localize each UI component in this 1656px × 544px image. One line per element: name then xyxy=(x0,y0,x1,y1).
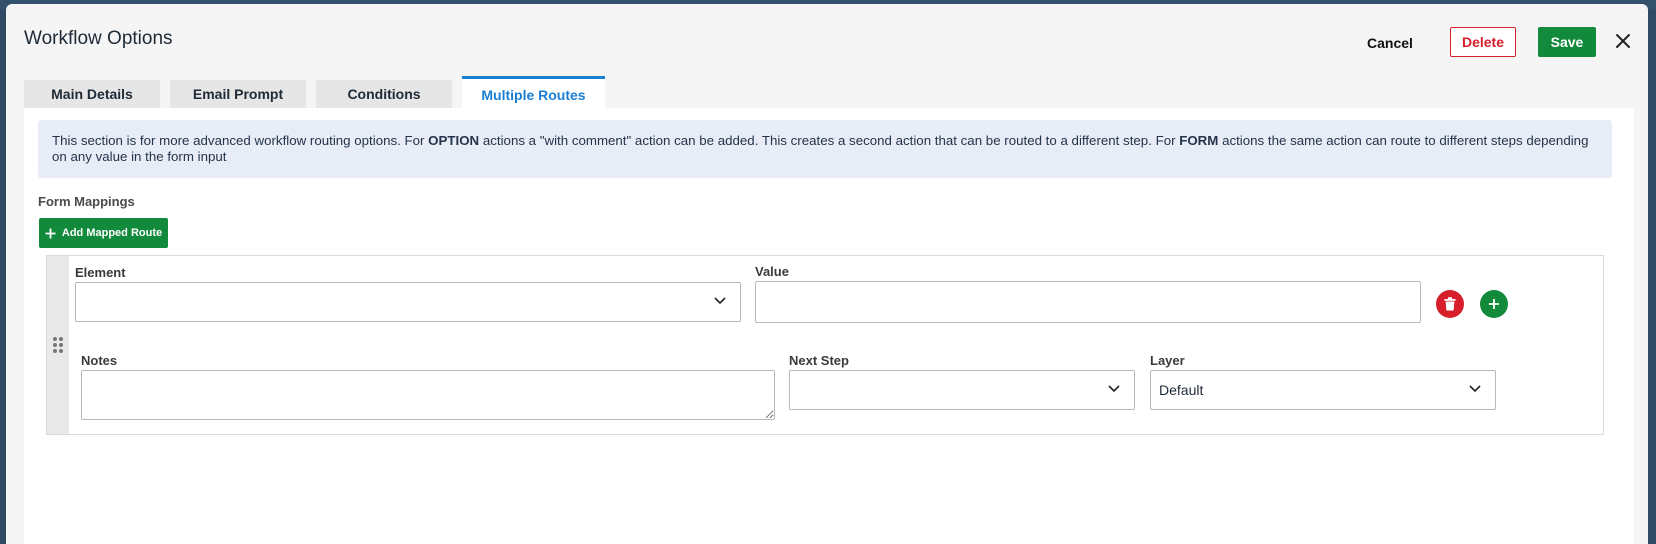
next-step-label: Next Step xyxy=(789,353,849,368)
element-label: Element xyxy=(75,265,126,280)
tab-conditions[interactable]: Conditions xyxy=(316,80,452,110)
mapped-route-card: Element Value Notes Next Step Layer Defa… xyxy=(46,255,1604,435)
next-step-select[interactable] xyxy=(789,370,1135,410)
close-button[interactable] xyxy=(1610,28,1636,54)
delete-route-button[interactable] xyxy=(1436,290,1464,318)
delete-button[interactable]: Delete xyxy=(1450,27,1516,57)
cancel-button[interactable]: Cancel xyxy=(1358,28,1422,58)
chevron-down-icon xyxy=(1469,385,1481,393)
notes-textarea[interactable] xyxy=(81,370,775,420)
value-label: Value xyxy=(755,264,789,279)
form-mappings-label: Form Mappings xyxy=(38,194,135,209)
info-text-2: actions a "with comment" action can be a… xyxy=(479,133,1180,148)
save-button[interactable]: Save xyxy=(1538,27,1596,57)
modal-title: Workflow Options xyxy=(24,28,173,49)
info-text-1: This section is for more advanced workfl… xyxy=(52,133,429,148)
notes-label: Notes xyxy=(81,353,118,368)
workflow-options-modal: Workflow Options Cancel Delete Save Main… xyxy=(6,4,1648,544)
add-route-button[interactable] xyxy=(1480,290,1508,318)
drag-handle[interactable] xyxy=(47,256,69,434)
layer-select[interactable]: Default xyxy=(1150,370,1496,410)
chevron-down-icon xyxy=(714,297,726,305)
tab-content-panel: This section is for more advanced workfl… xyxy=(24,108,1634,544)
trash-icon xyxy=(1444,297,1456,311)
add-mapped-route-button[interactable]: Add Mapped Route xyxy=(39,218,168,248)
value-input[interactable] xyxy=(755,281,1421,323)
element-select[interactable] xyxy=(75,282,741,322)
tab-email-prompt[interactable]: Email Prompt xyxy=(170,80,306,110)
chevron-down-icon xyxy=(1108,385,1120,393)
add-mapped-route-label: Add Mapped Route xyxy=(61,227,163,239)
info-banner: This section is for more advanced workfl… xyxy=(38,120,1612,178)
info-form-keyword: FORM xyxy=(1179,133,1219,148)
tab-multiple-routes[interactable]: Multiple Routes xyxy=(462,76,605,110)
layer-select-value: Default xyxy=(1159,382,1204,398)
layer-label: Layer xyxy=(1150,353,1185,368)
plus-icon xyxy=(1489,299,1499,309)
drag-handle-icon xyxy=(53,337,63,353)
info-option-keyword: OPTION xyxy=(428,133,480,148)
tab-main-details[interactable]: Main Details xyxy=(24,80,160,110)
plus-icon xyxy=(45,228,56,238)
close-icon xyxy=(1616,34,1630,48)
